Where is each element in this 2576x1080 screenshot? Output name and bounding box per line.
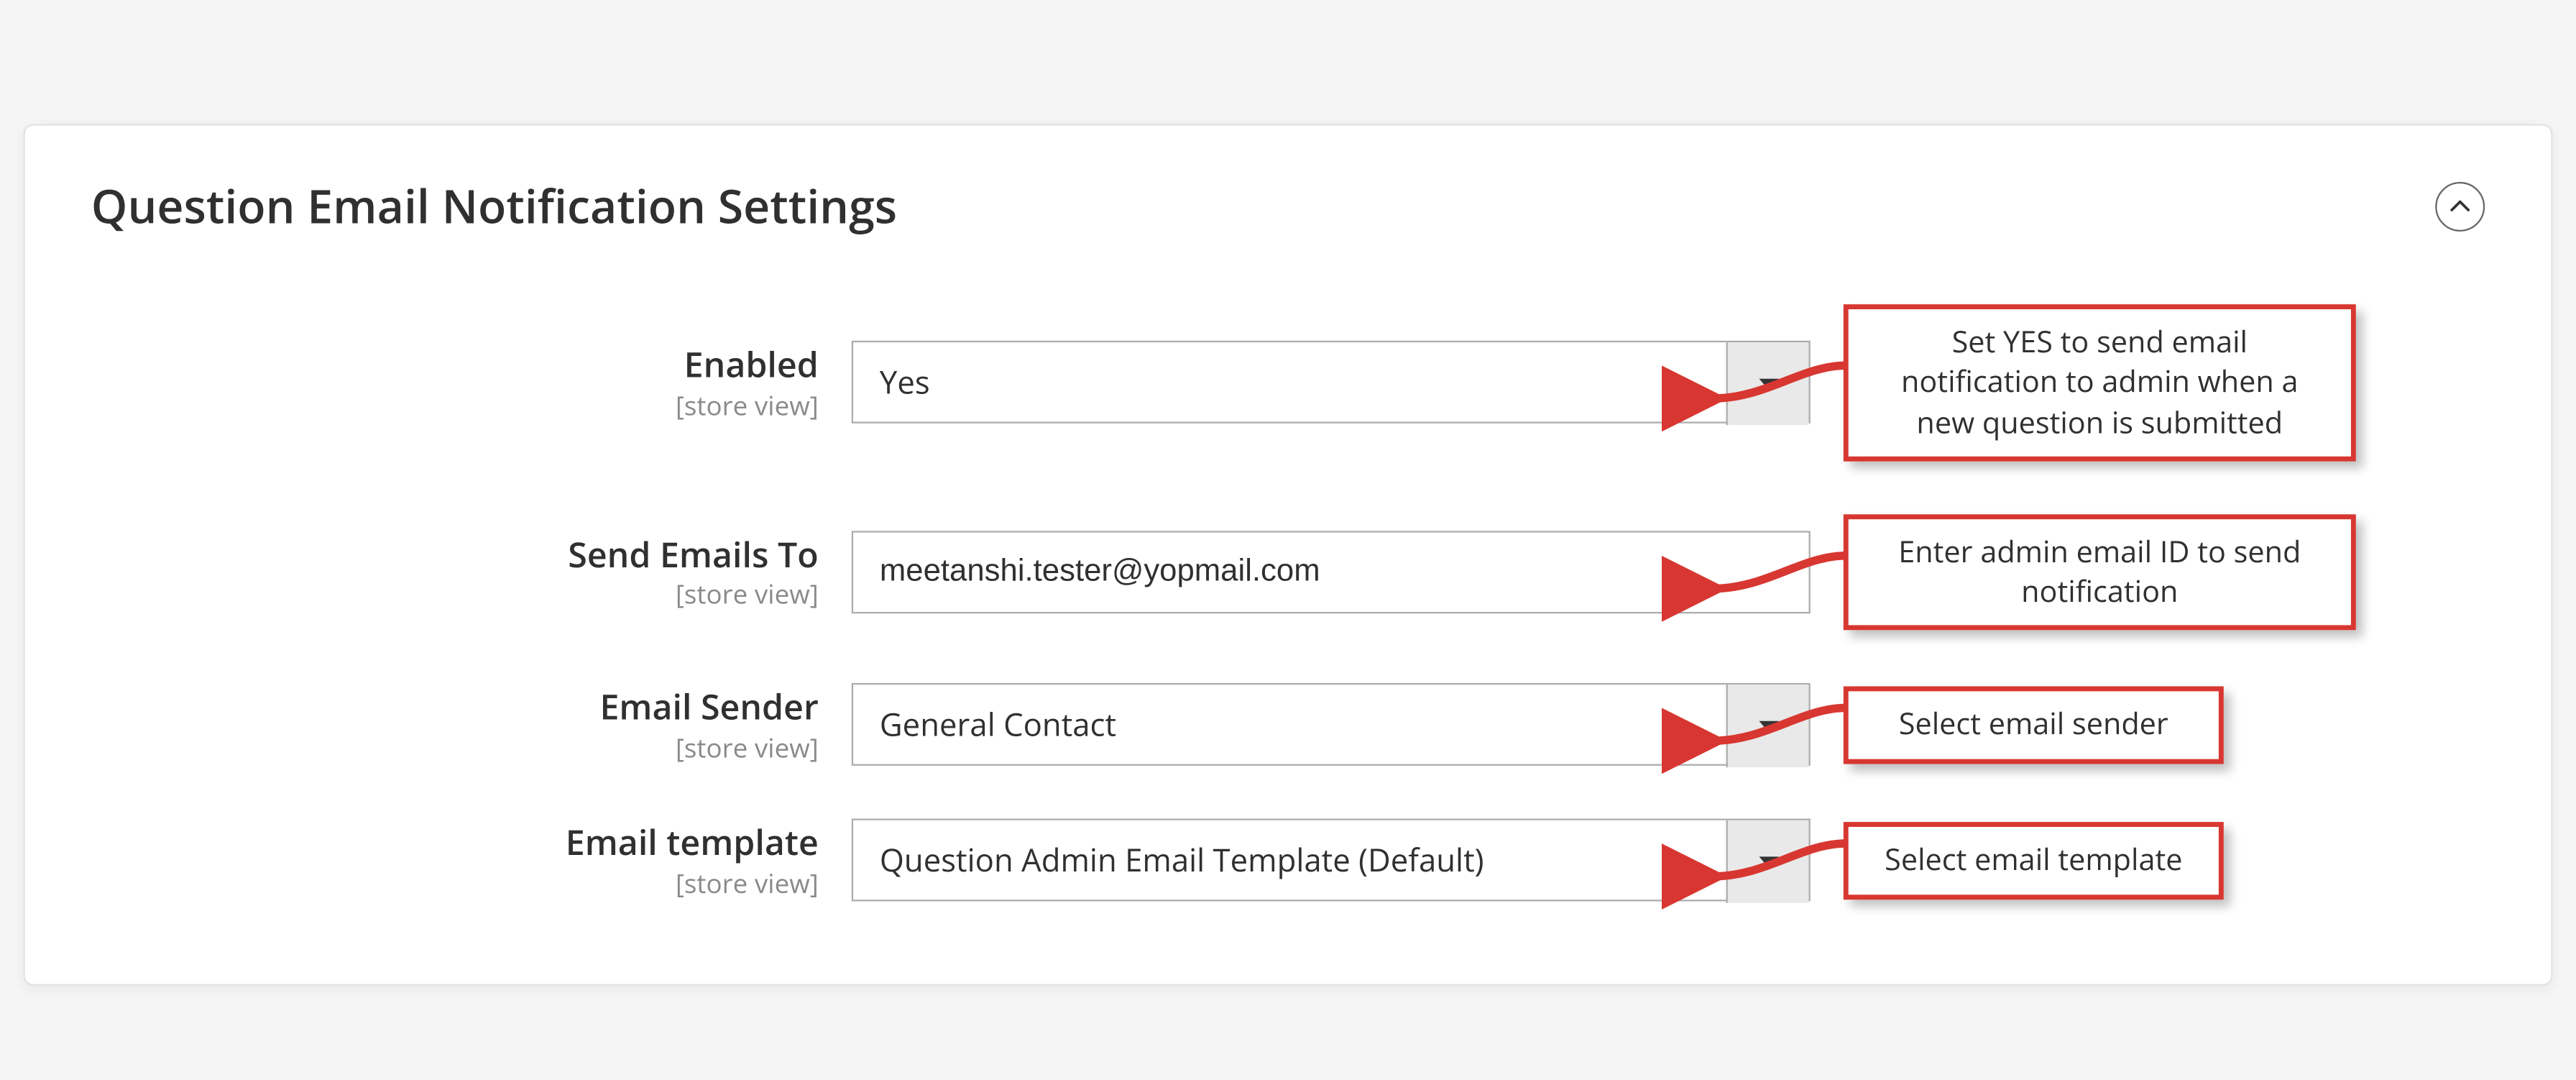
control-col: Question Admin Email Template (Default) [852,820,1811,902]
field-label: Enabled [684,343,819,389]
panel-title: Question Email Notification Settings [91,175,897,238]
sender-select[interactable]: General Contact [852,684,1811,766]
enabled-select[interactable]: Yes [852,342,1811,424]
select-value: General Contact [880,704,1116,747]
send-to-input-wrapper [852,531,1811,614]
field-row-enabled: Enabled [store view] Yes [91,304,2485,461]
scope-label: [store view] [91,388,819,421]
field-label: Send Emails To [568,533,819,579]
fields-container: Enabled [store view] Yes [91,304,2485,902]
field-row-sender: Email Sender [store view] General Contac… [91,684,2485,766]
panel-header: Question Email Notification Settings [91,175,2485,238]
label-col: Send Emails To [store view] [91,534,819,610]
field-row-template: Email template [store view] Question Adm… [91,820,2485,902]
callout-col: Select email sender [1844,687,2485,763]
callout-template: Select email template [1844,823,2224,899]
control-col: General Contact [852,684,1811,766]
label-col: Email template [store view] [91,823,819,899]
field-label: Email Sender [599,685,818,731]
callout-col: Select email template [1844,823,2485,899]
annotation-arrow-icon [1701,342,1850,424]
callout-col: Set YES to send email notification to ad… [1844,304,2485,461]
select-value: Yes [880,361,930,404]
label-col: Enabled [store view] [91,344,819,421]
annotation-arrow-icon [1701,531,1850,614]
scope-label: [store view] [91,577,819,610]
send-to-input[interactable] [880,533,1782,612]
callout-col: Enter admin email ID to send notificatio… [1844,514,2485,631]
annotation-arrow-icon [1701,820,1850,902]
scope-label: [store view] [91,866,819,899]
settings-panel: Question Email Notification Settings Ena… [24,124,2553,987]
label-col: Email Sender [store view] [91,687,819,763]
select-value: Question Admin Email Template (Default) [880,839,1484,882]
collapse-toggle[interactable] [2435,182,2485,232]
field-label: Email template [566,821,819,867]
chevron-up-icon [2450,197,2470,217]
annotation-arrow-icon [1701,684,1850,766]
scope-label: [store view] [91,731,819,764]
callout-send-to: Enter admin email ID to send notificatio… [1844,514,2356,631]
field-row-send-to: Send Emails To [store view] [91,514,2485,631]
callout-enabled: Set YES to send email notification to ad… [1844,304,2356,461]
control-col [852,531,1811,614]
control-col: Yes [852,342,1811,424]
template-select[interactable]: Question Admin Email Template (Default) [852,820,1811,902]
callout-sender: Select email sender [1844,687,2224,763]
